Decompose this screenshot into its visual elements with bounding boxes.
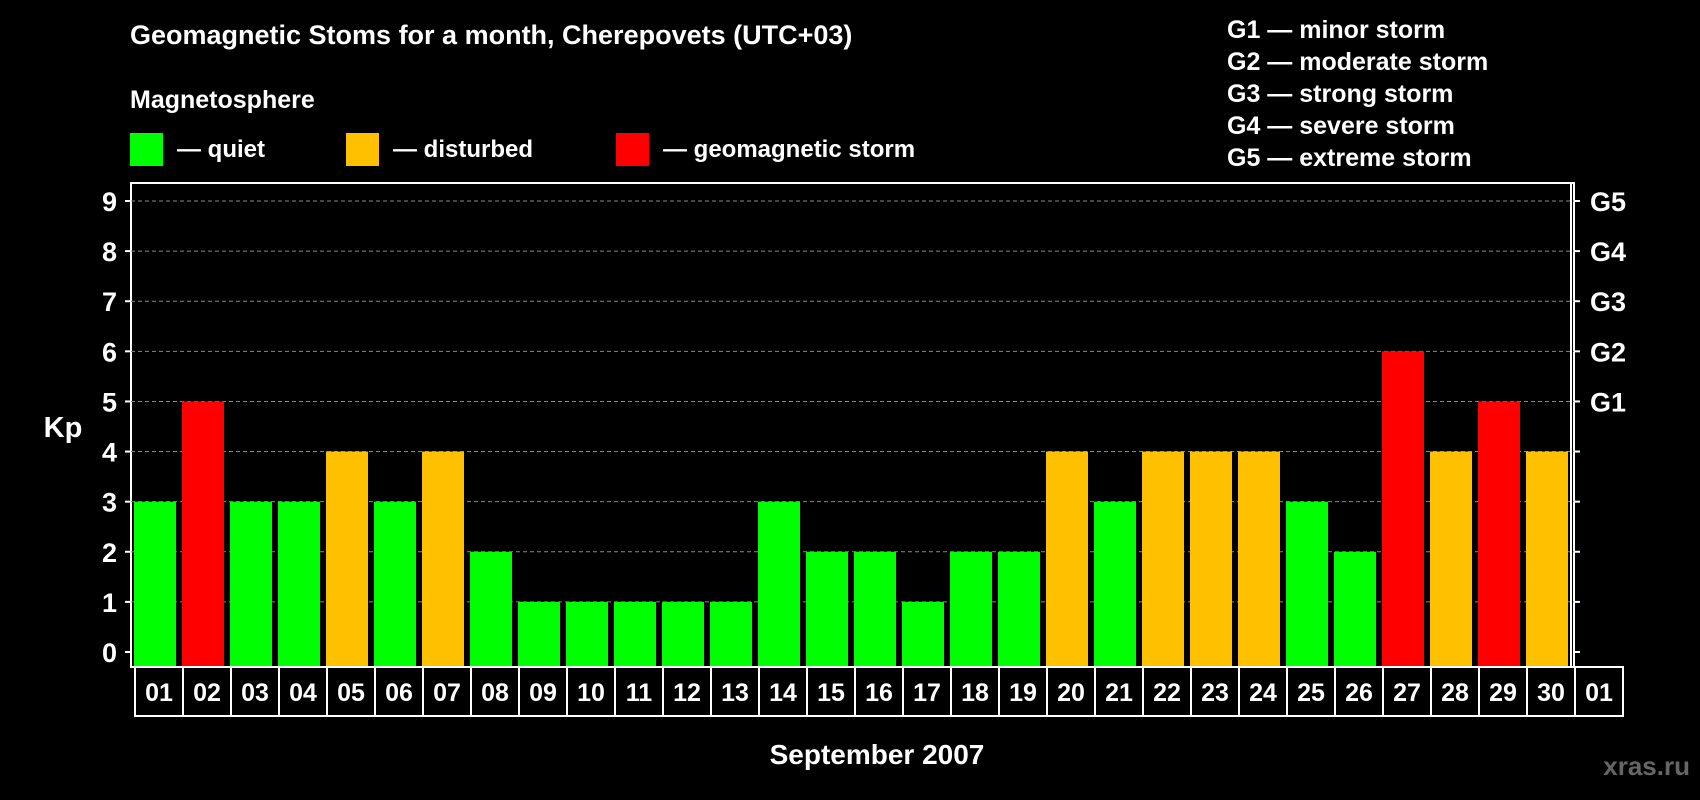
bar [1142, 451, 1184, 668]
x-tick-label: 01 [1585, 679, 1613, 707]
y-tick-label: 5 [102, 387, 117, 417]
y-tick-label: 0 [102, 638, 117, 668]
y-tick-label: 6 [102, 337, 117, 367]
g-level-label: G3 [1590, 287, 1626, 317]
bar [566, 601, 608, 668]
bar [1046, 451, 1088, 668]
x-tick-label: 29 [1489, 679, 1517, 707]
x-tick-label: 05 [337, 679, 365, 707]
bar [806, 551, 848, 668]
bar [278, 501, 320, 668]
x-tick-label: 16 [865, 679, 893, 707]
bar [758, 501, 800, 668]
bar [1286, 501, 1328, 668]
y-tick-label: 4 [102, 438, 117, 468]
bar [1478, 401, 1520, 668]
y-tick-label: 9 [102, 187, 117, 217]
bar [326, 451, 368, 668]
x-tick-label: 28 [1441, 679, 1469, 707]
x-tick-label: 09 [529, 679, 557, 707]
x-tick-label: 20 [1057, 679, 1085, 707]
x-tick-label: 13 [721, 679, 749, 707]
x-tick-label: 12 [673, 679, 701, 707]
x-tick-label: 26 [1345, 679, 1373, 707]
x-axis-label: September 2007 [770, 739, 985, 770]
bar [854, 551, 896, 668]
bar [230, 501, 272, 668]
y-tick-label: 1 [102, 588, 117, 618]
bar [470, 551, 512, 668]
y-tick-label: 3 [102, 488, 117, 518]
bar [902, 601, 944, 668]
bar [182, 401, 224, 668]
bar [614, 601, 656, 668]
bar [998, 551, 1040, 668]
y-tick-label: 2 [102, 538, 117, 568]
bar [422, 451, 464, 668]
g-level-label: G1 [1590, 387, 1626, 417]
bar [374, 501, 416, 668]
x-tick-label: 21 [1105, 679, 1133, 707]
x-tick-label: 22 [1153, 679, 1181, 707]
x-tick-label: 27 [1393, 679, 1421, 707]
x-tick-label: 19 [1009, 679, 1037, 707]
x-tick-label: 24 [1249, 679, 1277, 707]
bar [1526, 451, 1568, 668]
bar [710, 601, 752, 668]
bar [1382, 351, 1424, 668]
x-tick-label: 30 [1537, 679, 1565, 707]
x-tick-label: 04 [289, 679, 317, 707]
x-tick-label: 25 [1297, 679, 1325, 707]
x-tick-label: 18 [961, 679, 989, 707]
x-tick-label: 07 [433, 679, 461, 707]
bar [1238, 451, 1280, 668]
x-tick-label: 15 [817, 679, 845, 707]
x-tick-label: 14 [769, 679, 797, 707]
x-tick-label: 11 [626, 679, 653, 707]
x-tick-label: 08 [481, 679, 509, 707]
x-tick-label: 06 [385, 679, 413, 707]
y-tick-label: 8 [102, 237, 117, 267]
y-axis-label: Kp [44, 412, 83, 444]
x-tick-label: 02 [193, 679, 221, 707]
bar [1334, 551, 1376, 668]
x-tick-label: 03 [241, 679, 269, 707]
g-level-label: G5 [1590, 187, 1626, 217]
x-tick-label: 01 [145, 679, 173, 707]
bar [1190, 451, 1232, 668]
bar [518, 601, 560, 668]
x-tick-label: 17 [913, 679, 941, 707]
kp-bar-chart: 0123456789G1G2G3G4G5Kp01 02 03 04 05 06 07 08 09… [44, 182, 1626, 770]
bar [1430, 451, 1472, 668]
g-level-label: G2 [1590, 337, 1626, 367]
x-tick-label: 10 [577, 679, 605, 707]
x-tick-label: 23 [1201, 679, 1229, 707]
bar [134, 501, 176, 668]
bar [662, 601, 704, 668]
g-level-label: G4 [1590, 237, 1626, 267]
bar [950, 551, 992, 668]
y-tick-label: 7 [102, 287, 117, 317]
bar [1094, 501, 1136, 668]
watermark: xras.ru [1603, 751, 1690, 781]
